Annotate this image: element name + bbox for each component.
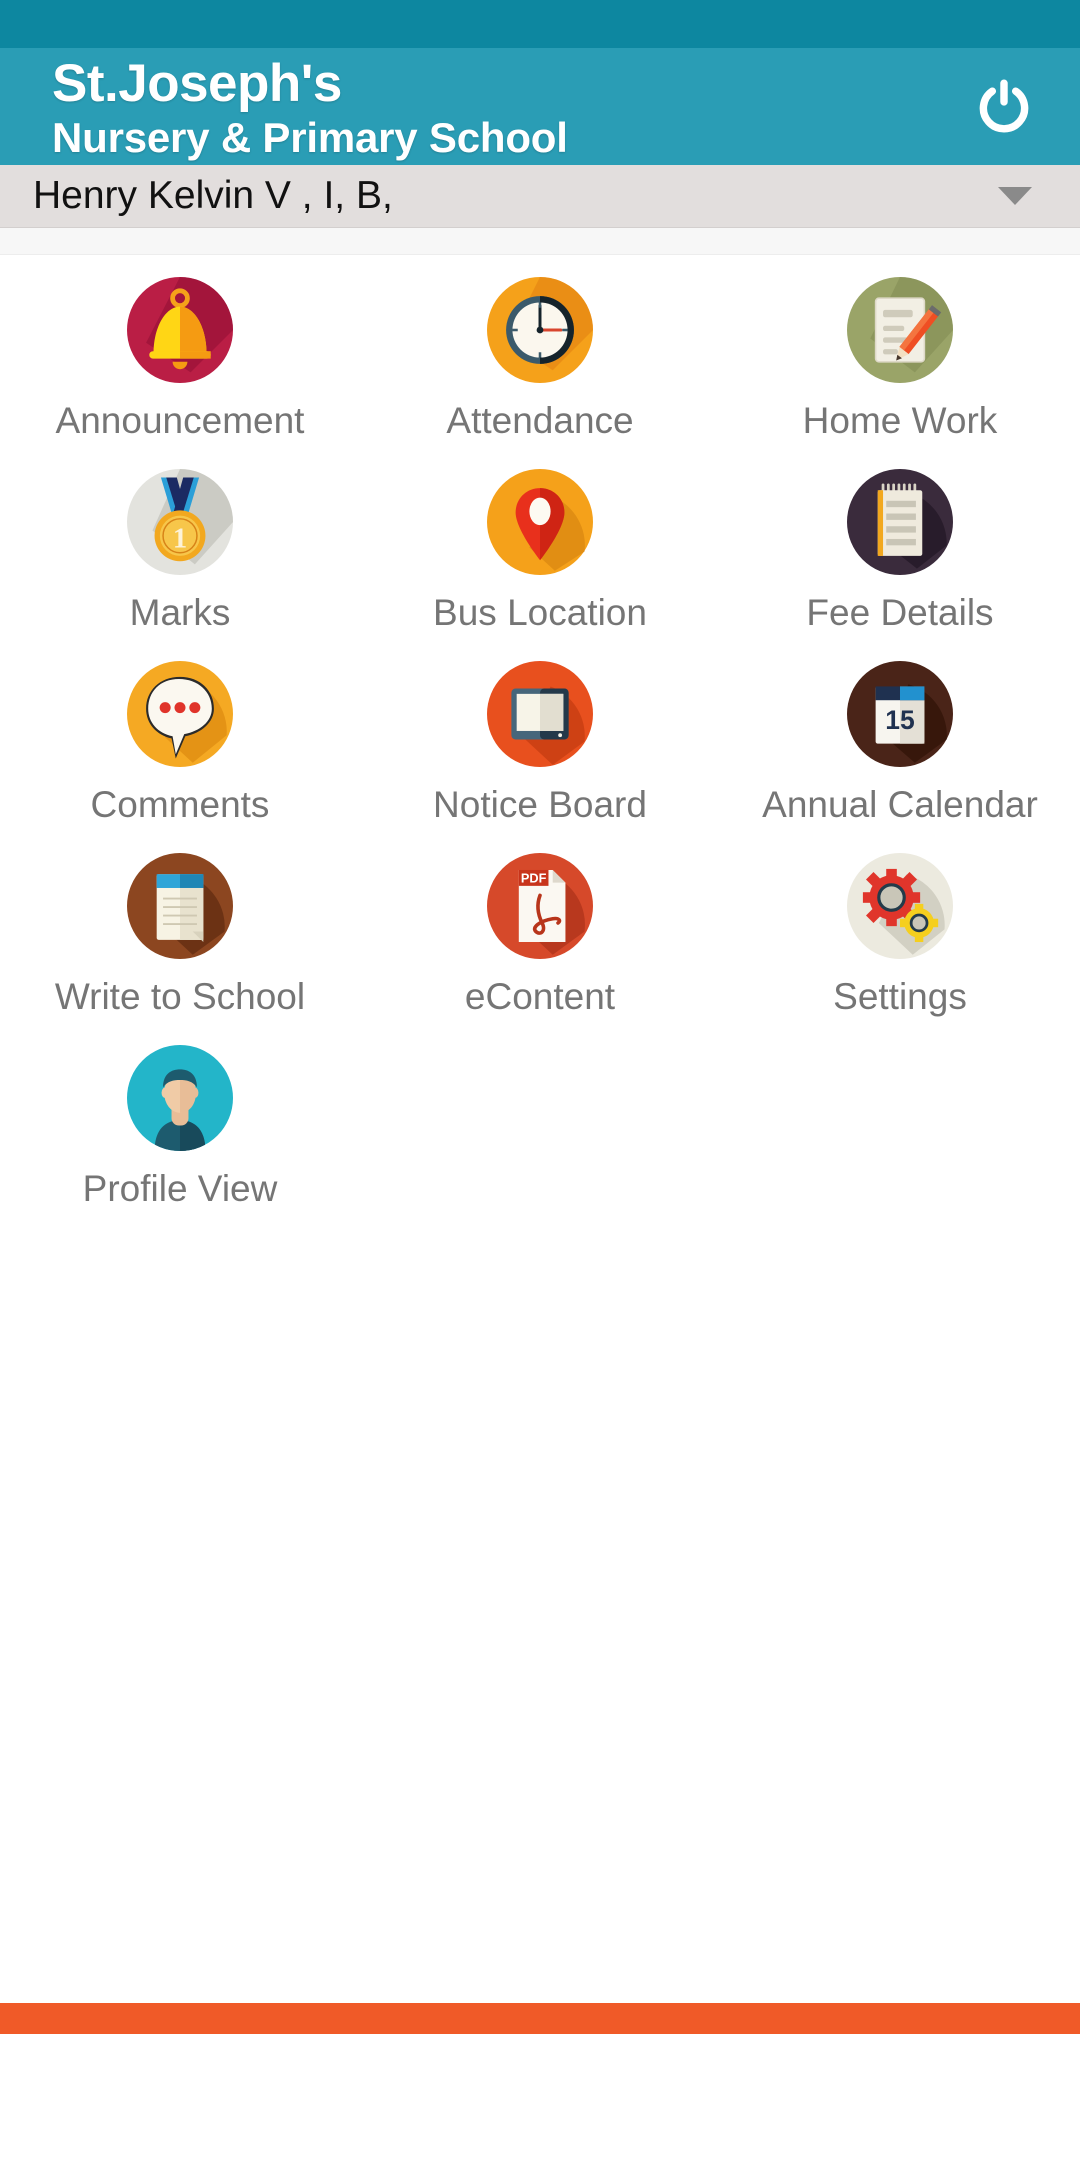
menu-item-fee-details[interactable]: Fee Details — [720, 450, 1080, 642]
menu-item-home-work[interactable]: Home Work — [720, 258, 1080, 450]
menu-item-annual-calendar[interactable]: 15 Annual Calendar — [720, 642, 1080, 834]
menu-item-label: Notice Board — [433, 784, 647, 825]
gears-icon — [847, 853, 953, 959]
menu-item-attendance[interactable]: Attendance — [360, 258, 720, 450]
map-pin-icon — [487, 469, 593, 575]
pdf-badge-text: PDF — [521, 871, 547, 886]
selector-underline-band — [0, 228, 1080, 255]
menu-item-label: Announcement — [55, 400, 305, 441]
menu-item-label: Settings — [833, 976, 967, 1017]
calendar-icon: 15 — [847, 661, 953, 767]
student-selector-value: Henry Kelvin V , I, B, — [33, 174, 393, 217]
notepad-icon — [847, 469, 953, 575]
menu-item-label: Comments — [90, 784, 270, 825]
menu-item-label: Attendance — [446, 400, 634, 441]
menu-item-label: Write to School — [54, 976, 306, 1017]
student-selector[interactable]: Henry Kelvin V , I, B, — [0, 165, 1080, 228]
menu-grid: Announcement Attendance Home Work 1 Mark… — [0, 258, 1080, 1218]
menu-item-label: Marks — [129, 592, 231, 633]
medal-icon: 1 — [127, 469, 233, 575]
status-bar — [0, 0, 1080, 48]
menu-item-marks[interactable]: 1 Marks — [0, 450, 360, 642]
menu-item-comments[interactable]: Comments — [0, 642, 360, 834]
pdf-file-icon: PDF — [487, 853, 593, 959]
menu-item-label: Profile View — [82, 1168, 278, 1209]
menu-item-notice-board[interactable]: Notice Board — [360, 642, 720, 834]
app-screen: St.Joseph's Nursery & Primary School Hen… — [0, 0, 1080, 2160]
tablet-board-icon — [487, 661, 593, 767]
menu-item-bus-location[interactable]: Bus Location — [360, 450, 720, 642]
menu-item-label: Bus Location — [433, 592, 647, 633]
speech-bubble-icon — [127, 661, 233, 767]
avatar-icon — [127, 1045, 233, 1151]
clock-icon — [487, 277, 593, 383]
menu-item-econtent[interactable]: PDF eContent — [360, 834, 720, 1026]
menu-item-label: Fee Details — [806, 592, 994, 633]
menu-item-profile-view[interactable]: Profile View — [0, 1026, 360, 1218]
menu-item-settings[interactable]: Settings — [720, 834, 1080, 1026]
bottom-accent-bar — [0, 2003, 1080, 2034]
svg-text:1: 1 — [173, 522, 187, 554]
menu-item-write-to-school[interactable]: Write to School — [0, 834, 360, 1026]
school-brand: St.Joseph's Nursery & Primary School — [52, 54, 568, 162]
calendar-day-number: 15 — [885, 705, 914, 735]
menu-item-label: Annual Calendar — [762, 784, 1038, 825]
menu-item-label: eContent — [464, 976, 616, 1017]
bell-icon — [127, 277, 233, 383]
chevron-down-icon — [998, 187, 1032, 205]
notebook-icon — [127, 853, 233, 959]
note-pencil-icon — [847, 277, 953, 383]
menu-item-announcement[interactable]: Announcement — [0, 258, 360, 450]
brand-line-2: Nursery & Primary School — [52, 114, 568, 161]
power-icon[interactable] — [968, 71, 1040, 143]
app-header: St.Joseph's Nursery & Primary School — [0, 48, 1080, 165]
menu-item-label: Home Work — [802, 400, 998, 441]
brand-line-1: St.Joseph's — [52, 54, 342, 113]
